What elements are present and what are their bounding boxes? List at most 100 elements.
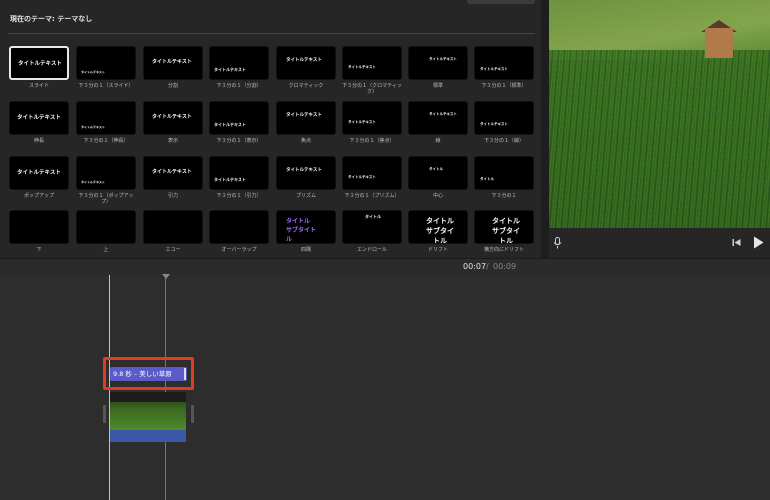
title-tile-caption: 下３分の１（分割）	[216, 83, 262, 89]
title-tile-thumbnail: タイトルテキスト	[209, 156, 269, 190]
title-tile[interactable]: タイトルテキスト ポップアップ	[9, 156, 69, 199]
play-icon[interactable]	[753, 236, 764, 249]
title-tile-thumbnail: タイトル	[342, 210, 402, 244]
skimmer-head[interactable]	[162, 274, 170, 279]
title-tile[interactable]: タイトルテキスト 下３分の１（表示）	[209, 101, 269, 144]
title-tile-caption: 伸長	[33, 138, 44, 144]
title-tile-thumbnail	[209, 210, 269, 244]
title-tile-thumbnail: タイトルテキスト	[474, 101, 534, 135]
title-tile-thumb-text: タイトルテキスト	[17, 115, 61, 121]
title-tile-thumb-text: タイトルテキスト	[152, 59, 192, 65]
title-tile[interactable]: タイトルテキスト スライド	[9, 46, 69, 89]
title-tile[interactable]: タイトルテキスト 下３分の１（焦点）	[342, 101, 402, 144]
title-tile[interactable]: タイトルテキスト 下３分の１（スライド）	[76, 46, 136, 89]
title-tile-thumb-text: タイトルテキスト	[18, 61, 62, 67]
title-tile-thumbnail: タイトルテキスト	[143, 156, 203, 190]
title-tile-thumbnail: タイトルテキスト	[143, 46, 203, 80]
title-tile-caption: 下３分の１	[491, 193, 517, 199]
title-tile-caption: プリズム	[295, 193, 316, 199]
title-tile[interactable]: タイトルテキスト 伸長	[9, 101, 69, 144]
preview-house	[705, 28, 733, 58]
titles-browser: 現在のテーマ: テーマなし タイトルテキスト スライド タイトルテキスト 下３分の１（…	[0, 0, 541, 258]
title-tile[interactable]: タイトルテキスト 引力	[143, 156, 203, 199]
title-tile-thumb-text: タイトル	[480, 177, 494, 181]
title-tile-thumbnail: タイトル サブタイトル	[474, 210, 534, 244]
title-tile-thumbnail: タイトルテキスト	[342, 46, 402, 80]
current-time: 00:07	[463, 262, 487, 271]
title-tile-caption: 表示	[167, 138, 178, 144]
title-tile[interactable]: タイトルテキスト下３分の１（プリズム）	[342, 156, 402, 199]
title-tile-thumbnail: タイトルテキスト	[209, 46, 269, 80]
title-tile[interactable]: タイトル 中心	[408, 156, 468, 199]
title-tile-caption: 下３分の１（ポップアップ）	[78, 193, 134, 205]
title-tile-caption: 焦点	[300, 138, 311, 144]
title-tile[interactable]: タイトルテキスト表示	[143, 101, 203, 144]
title-tile[interactable]: タイトル サブタイトル 四隅	[276, 210, 336, 253]
microphone-icon[interactable]	[553, 237, 562, 249]
title-tile-caption: 下３分の１（プリズム）	[344, 193, 400, 199]
title-tile-thumbnail: タイトルテキスト	[209, 101, 269, 135]
title-tile-thumb-text: タイトルテキスト	[348, 175, 376, 179]
title-tile-thumb-text: タイトル	[365, 214, 381, 219]
title-tile-caption: 標準	[432, 83, 443, 89]
title-tile-thumb-text: タイトルテキスト	[348, 120, 376, 124]
title-tile-thumbnail: タイトルテキスト	[9, 156, 69, 190]
title-tile-caption: 下	[36, 247, 42, 253]
title-tile[interactable]: オーバーラップ	[209, 210, 269, 253]
title-tile[interactable]: タイトル エンドロール	[342, 210, 402, 253]
clip-left-trim-handle[interactable]	[103, 405, 106, 423]
title-tile[interactable]: タイトルテキスト 下３分の１（クロマティック）	[342, 46, 402, 95]
title-tile[interactable]: タイトル サブタイトル横方向にドリフト	[474, 210, 534, 253]
title-tile[interactable]: タイトルテキスト下３分の１（引力）	[209, 156, 269, 199]
title-tile-thumbnail: タイトルテキスト	[342, 101, 402, 135]
title-tile-caption: 横方向にドリフト	[483, 247, 524, 253]
title-tile[interactable]: タイトルテキスト 下３分の１（ポップアップ）	[76, 156, 136, 205]
title-tile[interactable]: タイトルテキスト下３分の１（伸長）	[76, 101, 136, 144]
title-tile-thumb-text: タイトル サブタイトル	[426, 217, 454, 244]
title-tile-thumbnail: タイトルテキスト	[276, 101, 336, 135]
title-tile-thumbnail	[143, 210, 203, 244]
title-tile-thumb-text: タイトルテキスト	[348, 65, 376, 69]
title-tile[interactable]: タイトルテキスト クロマティック	[276, 46, 336, 89]
title-tile[interactable]: タイトルテキスト線	[408, 101, 468, 144]
title-tile-thumbnail: タイトルテキスト	[76, 46, 136, 80]
video-clip-sky	[110, 392, 186, 402]
title-tile-thumb-text: タイトルテキスト	[429, 57, 457, 61]
title-tile-thumb-text: タイトル サブタイトル	[492, 217, 520, 244]
title-tile-thumbnail: タイトルテキスト	[276, 156, 336, 190]
title-tile[interactable]: タイトルテキスト 標準	[408, 46, 468, 89]
title-tile[interactable]: タイトルテキスト 分割	[143, 46, 203, 89]
title-tile-thumbnail: タイトルテキスト	[276, 46, 336, 80]
title-tile-thumb-text: タイトルテキスト	[152, 169, 192, 175]
top-toolbar-button[interactable]	[467, 0, 535, 4]
title-tile-thumb-text: タイトルテキスト	[214, 67, 246, 72]
title-tile-thumbnail: タイトルテキスト	[76, 101, 136, 135]
audio-waveform-bar[interactable]	[110, 430, 186, 442]
title-tile-caption: 上	[103, 247, 109, 253]
title-tile[interactable]: エコー	[143, 210, 203, 253]
title-tile-thumb-text: タイトルテキスト	[286, 168, 322, 173]
panel-divider[interactable]	[541, 0, 549, 258]
title-tile[interactable]: タイトル下３分の１	[474, 156, 534, 199]
title-tile[interactable]: 下	[9, 210, 69, 253]
title-tile-thumb-text: タイトルテキスト	[286, 58, 322, 63]
title-tile-caption: 下３分の１（引力）	[216, 193, 262, 199]
title-tile[interactable]: タイトルテキスト 下３分の１（標準）	[474, 46, 534, 89]
title-tile[interactable]: タイトルテキスト焦点	[276, 101, 336, 144]
title-tile-thumbnail: タイトルテキスト	[143, 101, 203, 135]
video-clip[interactable]	[110, 392, 186, 430]
skip-to-start-icon[interactable]	[732, 238, 741, 247]
clip-right-trim-handle[interactable]	[191, 405, 194, 423]
title-tile-caption: オーバーラップ	[221, 247, 257, 253]
title-tile-thumb-text: タイトルテキスト	[480, 122, 508, 126]
title-tile-caption: 下３分の１（伸長）	[83, 138, 129, 144]
title-tile[interactable]: 上	[76, 210, 136, 253]
title-tile[interactable]: タイトルテキスト下３分の１（分割）	[209, 46, 269, 89]
title-tile[interactable]: タイトルテキスト 下３分の１（線）	[474, 101, 534, 144]
title-tile[interactable]: タイトル サブタイトル ドリフト	[408, 210, 468, 253]
title-tile-thumbnail: タイトルテキスト	[408, 101, 468, 135]
title-tile-caption: エコー	[165, 247, 181, 253]
title-tile-thumbnail: タイトル	[474, 156, 534, 190]
title-tile[interactable]: タイトルテキスト プリズム	[276, 156, 336, 199]
title-tile-thumbnail	[9, 210, 69, 244]
